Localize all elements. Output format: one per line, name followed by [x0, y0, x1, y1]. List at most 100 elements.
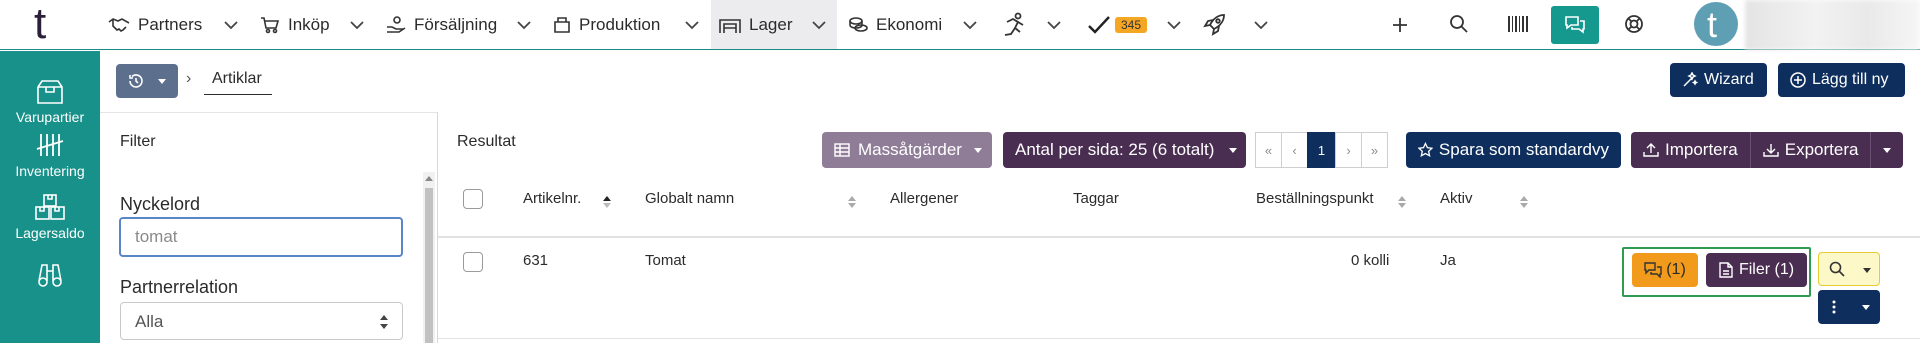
col-aktiv[interactable]: Aktiv: [1440, 190, 1473, 207]
page-next-button[interactable]: ›: [1335, 132, 1362, 168]
export-dropdown-toggle[interactable]: [1871, 132, 1904, 168]
add-new-button[interactable]: Lägg till ny: [1778, 63, 1905, 97]
nav-ekonomi[interactable]: Ekonomi: [848, 0, 942, 49]
partner-relation-label: Partnerrelation: [120, 277, 239, 297]
comments-count: (1): [1666, 261, 1686, 278]
keyword-input[interactable]: [119, 217, 403, 257]
save-default-view-label: Spara som standardvy: [1438, 140, 1609, 159]
sidebar-item-inventering[interactable]: Inventering: [0, 131, 100, 179]
cell-artikelnr: 631: [523, 252, 549, 269]
app-logo[interactable]: t: [30, 0, 70, 50]
export-button[interactable]: Exportera: [1750, 132, 1872, 168]
scroll-up-arrow-icon[interactable]: [425, 176, 433, 181]
caret-down-icon: [974, 148, 982, 153]
page-first-button[interactable]: «: [1255, 132, 1282, 168]
box-open-icon: [554, 16, 570, 33]
select-all-checkbox[interactable]: [463, 189, 483, 209]
user-avatar[interactable]: t: [1694, 2, 1738, 46]
magic-wand-icon: [1683, 72, 1698, 87]
page-prev-button[interactable]: ‹: [1281, 132, 1308, 168]
files-button[interactable]: Filer (1): [1706, 253, 1807, 287]
runner-icon[interactable]: [1001, 12, 1029, 38]
nav-forsaljning[interactable]: Försäljning: [386, 0, 497, 49]
star-icon: [1418, 142, 1433, 158]
chevron-down-icon[interactable]: [1045, 16, 1063, 34]
keyword-label: Nyckelord: [120, 194, 201, 214]
results-title: Resultat: [457, 133, 516, 150]
wizard-button[interactable]: Wizard: [1670, 63, 1767, 97]
comments-button[interactable]: (1): [1632, 253, 1698, 287]
sort-asc-icon[interactable]: [603, 195, 611, 209]
table-icon: [834, 143, 850, 157]
wizard-button-label: Wizard: [1704, 71, 1754, 88]
nav-partners[interactable]: Partners: [108, 0, 202, 49]
sidebar-item-varupartier[interactable]: Varupartier: [0, 79, 100, 125]
cart-icon: [261, 16, 280, 33]
rocket-icon[interactable]: [1202, 12, 1228, 38]
nav-inkop[interactable]: Inköp: [260, 0, 330, 49]
chevron-down-icon[interactable]: [1252, 16, 1270, 34]
chevron-down-icon[interactable]: [810, 16, 828, 34]
filter-scrollbar-thumb[interactable]: [425, 188, 433, 343]
import-button[interactable]: Importera: [1631, 132, 1751, 168]
files-label: Filer (1): [1738, 261, 1795, 278]
cell-aktiv: Ja: [1440, 252, 1456, 269]
search-icon[interactable]: [1449, 14, 1469, 34]
history-icon: [129, 74, 143, 88]
bulk-actions-button[interactable]: Massåtgärder: [822, 132, 992, 168]
select-arrows-icon: [380, 315, 388, 329]
sidebar-item-label: Varupartier: [15, 109, 85, 125]
import-export-group: Importera Exportera: [1631, 132, 1904, 168]
history-dropdown-button[interactable]: [116, 64, 178, 98]
partner-relation-select[interactable]: Alla: [120, 302, 403, 340]
chat-bubbles-icon: [1565, 16, 1585, 34]
filter-title: Filter: [120, 133, 156, 150]
breadcrumb-current[interactable]: Artiklar: [204, 70, 272, 95]
sort-icon[interactable]: [1398, 195, 1406, 209]
per-page-dropdown[interactable]: Antal per sida: 25 (6 totalt): [1003, 132, 1246, 168]
comments-icon: [1644, 262, 1662, 278]
chevron-down-icon[interactable]: [515, 16, 533, 34]
per-page-label: Antal per sida: 25 (6 totalt): [1015, 140, 1215, 159]
nav-produktion-label: Produktion: [579, 14, 661, 34]
plus-circle-icon: [1790, 72, 1806, 88]
sidebar-item-binoculars[interactable]: [0, 261, 100, 291]
partner-relation-value: Alla: [135, 312, 164, 331]
cell-globalt-namn[interactable]: Tomat: [645, 252, 686, 269]
nav-tasks[interactable]: 345: [1087, 0, 1148, 49]
col-bestallningspunkt[interactable]: Beställningspunkt: [1256, 190, 1374, 207]
chevron-down-icon[interactable]: [348, 16, 366, 34]
table-row-divider: [438, 338, 1920, 339]
sidebar-item-label: Inventering: [15, 163, 85, 179]
page-last-button[interactable]: »: [1361, 132, 1388, 168]
sort-icon[interactable]: [848, 195, 856, 209]
row-more-actions-dropdown[interactable]: [1818, 290, 1880, 324]
box-icon: [37, 80, 63, 104]
chevron-down-icon[interactable]: [683, 16, 701, 34]
hand-coin-icon: [387, 15, 406, 33]
import-label: Importera: [1665, 140, 1738, 159]
add-new-button-label: Lägg till ny: [1812, 71, 1889, 88]
nav-lager-label: Lager: [749, 14, 793, 34]
nav-inkop-label: Inköp: [288, 14, 330, 34]
chevron-down-icon[interactable]: [1165, 16, 1183, 34]
barcode-icon[interactable]: [1507, 14, 1529, 34]
lifebuoy-icon[interactable]: [1624, 14, 1644, 34]
user-info-blurred: [1745, 0, 1920, 50]
sort-icon[interactable]: [1520, 195, 1528, 209]
plus-icon[interactable]: [1390, 15, 1410, 35]
breadcrumb-separator: ›: [186, 70, 192, 87]
nav-produktion[interactable]: Produktion: [553, 0, 660, 49]
page-current-button[interactable]: 1: [1307, 132, 1336, 168]
chevron-down-icon[interactable]: [222, 16, 240, 34]
col-globalt-namn[interactable]: Globalt namn: [645, 190, 734, 207]
row-search-dropdown[interactable]: [1818, 252, 1880, 286]
more-vertical-icon: [1832, 300, 1836, 314]
chat-button[interactable]: [1551, 6, 1599, 44]
caret-down-icon: [1883, 147, 1892, 153]
sidebar-item-lagersaldo[interactable]: Lagersaldo: [0, 193, 100, 241]
col-artikelnr[interactable]: Artikelnr.: [523, 190, 581, 207]
chevron-down-icon[interactable]: [961, 16, 979, 34]
row-checkbox[interactable]: [463, 252, 483, 272]
save-default-view-button[interactable]: Spara som standardvy: [1406, 132, 1621, 168]
